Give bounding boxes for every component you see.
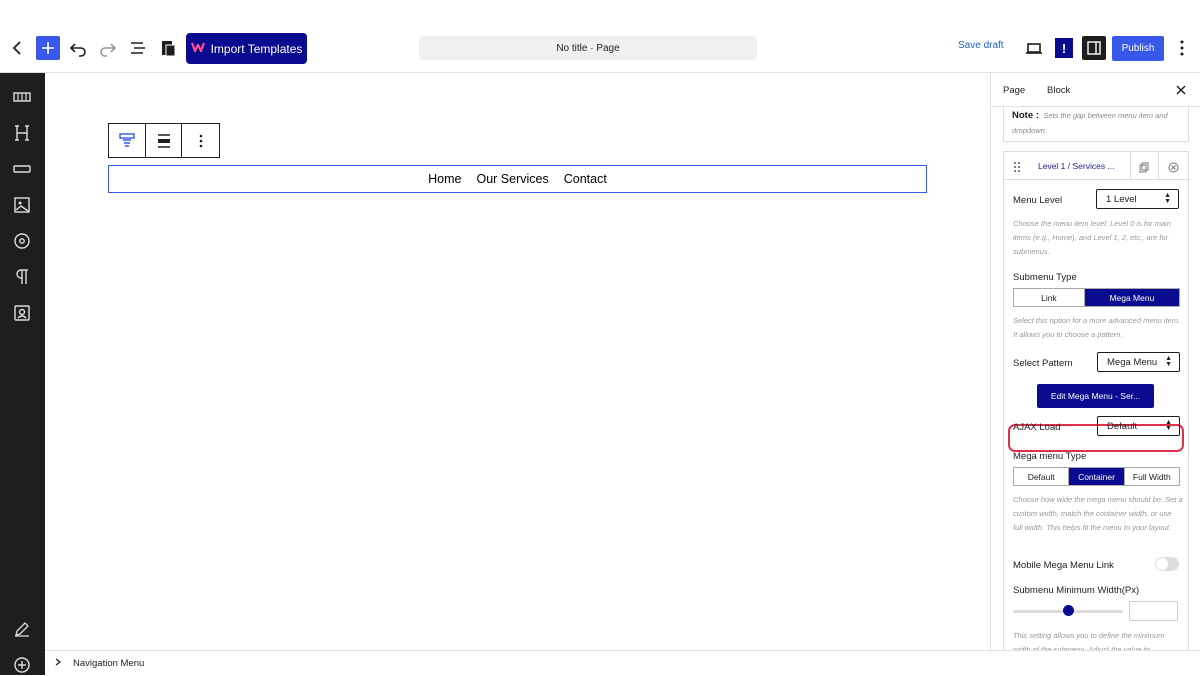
duplicate-icon[interactable] (1139, 160, 1149, 178)
header-divider (1158, 152, 1159, 180)
submenu-type-mega-menu[interactable]: Mega Menu (1084, 289, 1179, 306)
submenu-type-link[interactable]: Link (1014, 289, 1085, 306)
editor-header: Import Templates No title · Page Save dr… (0, 0, 1200, 73)
mega-menu-type-label: Mega menu Type (1013, 451, 1087, 462)
menu-level-select[interactable]: 1 Level ▲ ▼ (1096, 189, 1179, 209)
clipboard-icon[interactable] (156, 36, 180, 60)
mega-type-default[interactable]: Default (1014, 468, 1070, 485)
block-toolbar (108, 123, 220, 158)
plugin-alert-button[interactable]: ! (1055, 38, 1073, 58)
ajax-load-label: AJAX Load (1013, 422, 1061, 433)
mobile-mega-menu-link-label: Mobile Mega Menu Link (1013, 560, 1114, 571)
mega-type-full-width[interactable]: Full Width (1125, 468, 1179, 485)
image-icon[interactable] (11, 194, 33, 216)
import-logo-icon (190, 41, 205, 56)
button-block-icon[interactable] (11, 158, 33, 180)
settings-sidebar-toggle-icon[interactable] (1082, 36, 1106, 60)
block-options-icon[interactable] (182, 124, 219, 157)
tab-block[interactable]: Block (1047, 85, 1070, 96)
breadcrumb-navigation-menu[interactable]: Navigation Menu (73, 658, 144, 669)
select-arrows-icon: ▲ ▼ (1164, 192, 1171, 205)
header-divider (1130, 152, 1131, 180)
submenu-type-label: Submenu Type (1013, 272, 1077, 283)
nav-item-services[interactable]: Our Services (477, 172, 549, 186)
ajax-load-value: Default (1107, 420, 1138, 432)
save-draft-button[interactable]: Save draft (958, 40, 1004, 51)
breadcrumb-chevron-icon (53, 657, 63, 670)
menu-level-help: Choose the menu item level. Level 0 is f… (1013, 219, 1171, 256)
close-panel-icon[interactable] (1176, 82, 1186, 98)
note-label: Note : (1012, 110, 1039, 121)
submenu-type-toggle: Link Mega Menu (1013, 288, 1180, 307)
heading-icon[interactable] (11, 122, 33, 144)
options-kebab-icon[interactable] (1170, 36, 1194, 60)
redo-icon[interactable] (96, 36, 120, 60)
select-pattern-select[interactable]: Mega Menu ▲ ▼ (1097, 352, 1180, 372)
navigation-block-icon[interactable] (11, 86, 33, 108)
tab-page[interactable]: Page (1003, 85, 1025, 96)
nav-item-contact[interactable]: Contact (564, 172, 607, 186)
min-width-help: This setting allows you to define the mi… (1013, 631, 1165, 650)
add-circle-icon[interactable] (11, 654, 33, 676)
menu-item-card: Level 1 / Services ... Menu Level 1 Leve… (1003, 151, 1190, 650)
menu-level-label: Menu Level (1013, 195, 1063, 206)
select-pattern-value: Mega Menu (1107, 356, 1158, 368)
import-templates-button[interactable]: Import Templates (186, 33, 307, 64)
min-width-slider-thumb[interactable] (1063, 605, 1074, 616)
ajax-load-select[interactable]: Default ▲ ▼ (1097, 416, 1180, 436)
toggle-knob (1156, 558, 1168, 570)
device-preview-icon[interactable] (1022, 36, 1046, 60)
min-width-input[interactable] (1129, 601, 1178, 621)
back-chevron-icon[interactable] (6, 36, 30, 60)
publish-button[interactable]: Publish (1112, 36, 1164, 61)
select-pattern-label: Select Pattern (1013, 358, 1073, 369)
settings-panel: Page Block Note : Sets the gap between m… (990, 73, 1200, 650)
mega-menu-type-help: Choose how wide the mega menu should be.… (1013, 495, 1183, 532)
mobile-mega-menu-link-toggle[interactable] (1155, 557, 1179, 571)
block-type-icon[interactable] (109, 124, 146, 157)
mega-menu-type-toggle: Default Container Full Width (1013, 467, 1180, 486)
document-overview-icon[interactable] (126, 36, 150, 60)
panel-tabs: Page Block (991, 73, 1200, 107)
menu-level-value: 1 Level (1106, 193, 1137, 205)
navigation-block[interactable]: Home Our Services Contact (108, 165, 927, 193)
add-block-button[interactable] (36, 36, 60, 60)
submenu-type-help: Select this option for a more advanced m… (1013, 316, 1181, 339)
remove-item-icon[interactable] (1168, 160, 1179, 178)
note-box: Note : Sets the gap between menu item an… (1003, 107, 1189, 142)
document-title-bar[interactable]: No title · Page (419, 36, 757, 60)
block-breadcrumb-footer: Navigation Menu (45, 650, 1200, 675)
editor-canvas[interactable] (45, 73, 990, 650)
paragraph-icon[interactable] (11, 266, 33, 288)
submenu-min-width-label: Submenu Minimum Width(Px) (1013, 585, 1140, 596)
contact-card-icon[interactable] (11, 302, 33, 324)
menu-item-card-header[interactable]: Level 1 / Services ... (1004, 152, 1190, 180)
edit-mega-menu-button[interactable]: Edit Mega Menu - Ser... (1037, 384, 1154, 408)
nav-item-home[interactable]: Home (428, 172, 461, 186)
drag-handle-icon[interactable] (1013, 160, 1021, 178)
menu-item-title: Level 1 / Services ... (1038, 161, 1115, 171)
edit-pencil-icon[interactable] (11, 618, 33, 640)
mega-type-container[interactable]: Container (1069, 468, 1125, 485)
select-arrows-icon: ▲ ▼ (1165, 355, 1172, 368)
media-disc-icon[interactable] (11, 230, 33, 252)
import-templates-label: Import Templates (210, 41, 303, 56)
select-arrows-icon: ▲ ▼ (1165, 419, 1172, 432)
justify-block-icon[interactable] (146, 124, 183, 157)
undo-icon[interactable] (66, 36, 90, 60)
block-category-sidebar (0, 73, 45, 675)
